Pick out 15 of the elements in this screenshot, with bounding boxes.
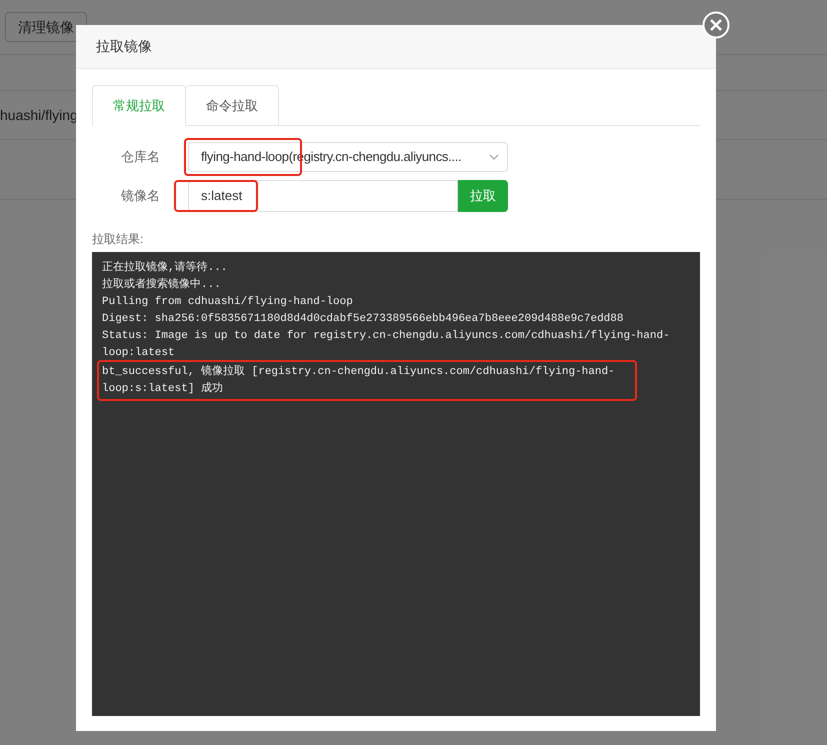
log-line: Pulling from cdhuashi/flying-hand-loop [102, 295, 354, 310]
image-name-field[interactable]: s:latest [188, 180, 458, 212]
log-line: bt_successful, 镜像拉取 [registry.cn-chengdu.aliyuncs.com/cdhuashi/flying-hand-loop:s:latest] 成功 [102, 364, 616, 397]
dialog-title: 拉取镜像 [96, 37, 152, 56]
clean-images-button[interactable]: 清理镜像 [5, 12, 87, 42]
field-label: 镜像名 [120, 187, 160, 206]
log-line: 正在拉取镜像,请等待... [102, 260, 228, 276]
close-icon[interactable] [702, 11, 730, 39]
field-label: 仓库名 [120, 148, 160, 166]
log-line: 拉取或者搜索镜像中... [102, 277, 222, 293]
log-line: Digest: sha256:0f5835671180d8d4d0cdabf5e273389566ebb496ea7b8eee209d488e9c7edd88 [102, 312, 624, 327]
tab[interactable]: 命令拉取 [186, 85, 279, 126]
result-label: 拉取结果: [92, 231, 144, 248]
table-cell-text: huashi/flying [0, 106, 78, 125]
chevron-down-icon [489, 154, 499, 160]
